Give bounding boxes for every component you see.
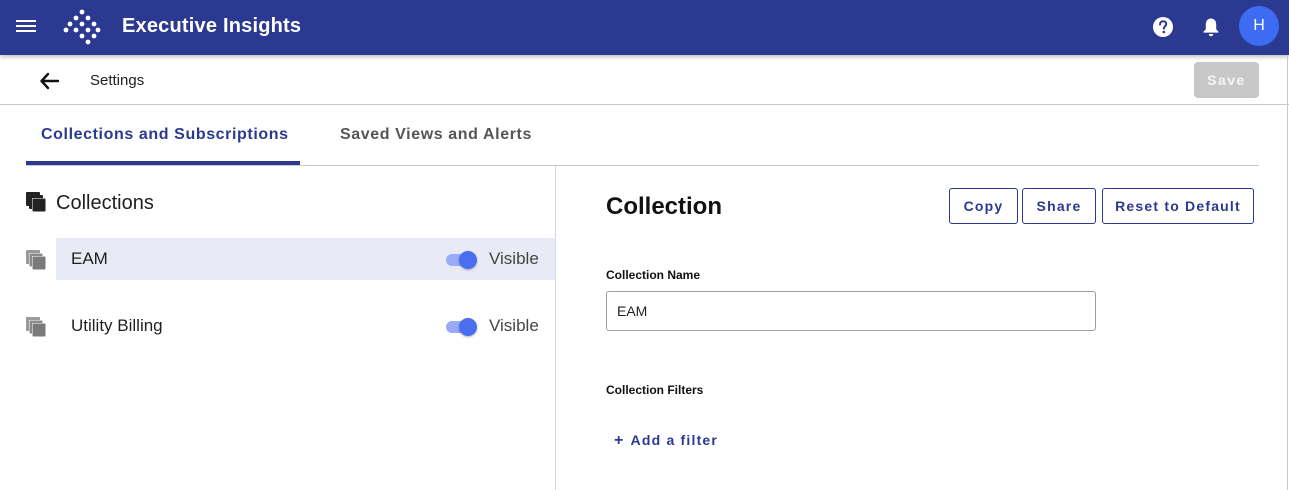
collection-icon xyxy=(25,249,47,271)
collections-heading: Collections xyxy=(56,192,154,214)
avatar[interactable]: H xyxy=(1239,6,1279,46)
visibility-label: Visible xyxy=(489,249,539,268)
add-filter-button[interactable]: + Add a filter xyxy=(614,432,718,450)
collection-icon xyxy=(25,316,47,338)
visibility-label: Visible xyxy=(489,316,539,335)
bell-icon[interactable] xyxy=(1200,16,1222,38)
help-icon[interactable] xyxy=(1152,16,1174,38)
tab-saved-views-and-alerts[interactable]: Saved Views and Alerts xyxy=(340,126,532,144)
share-button[interactable]: Share xyxy=(1022,188,1096,224)
app-bar: Executive Insights H xyxy=(0,0,1289,55)
back-arrow-icon[interactable] xyxy=(38,70,62,92)
collection-name: EAM xyxy=(71,249,108,268)
visibility-toggle[interactable] xyxy=(446,317,478,336)
save-button[interactable]: Save xyxy=(1194,62,1259,98)
header-divider xyxy=(0,104,1289,105)
visibility-toggle[interactable] xyxy=(446,250,478,269)
collection-row-utility-billing[interactable]: Utility Billing Visible xyxy=(56,305,555,347)
copy-button[interactable]: Copy xyxy=(949,188,1018,224)
page-title: Settings xyxy=(90,72,145,89)
panel-edge xyxy=(1287,55,1288,490)
menu-icon[interactable] xyxy=(14,16,38,38)
reset-to-default-button[interactable]: Reset to Default xyxy=(1102,188,1254,224)
collection-name-label: Collection Name xyxy=(606,268,701,282)
tab-collections-and-subscriptions[interactable]: Collections and Subscriptions xyxy=(41,126,289,144)
plus-icon: + xyxy=(614,432,625,449)
app-logo[interactable] xyxy=(62,8,102,46)
panel-divider xyxy=(555,166,556,490)
collection-title: Collection xyxy=(606,193,723,220)
collections-icon xyxy=(25,191,47,213)
add-filter-label: Add a filter xyxy=(630,432,719,448)
collection-filters-label: Collection Filters xyxy=(606,383,704,397)
collection-name-input[interactable] xyxy=(606,291,1096,331)
tabs-divider xyxy=(26,165,1259,166)
collection-name: Utility Billing xyxy=(71,316,163,335)
collection-row-eam[interactable]: EAM Visible xyxy=(56,238,555,280)
app-title: Executive Insights xyxy=(122,15,302,37)
